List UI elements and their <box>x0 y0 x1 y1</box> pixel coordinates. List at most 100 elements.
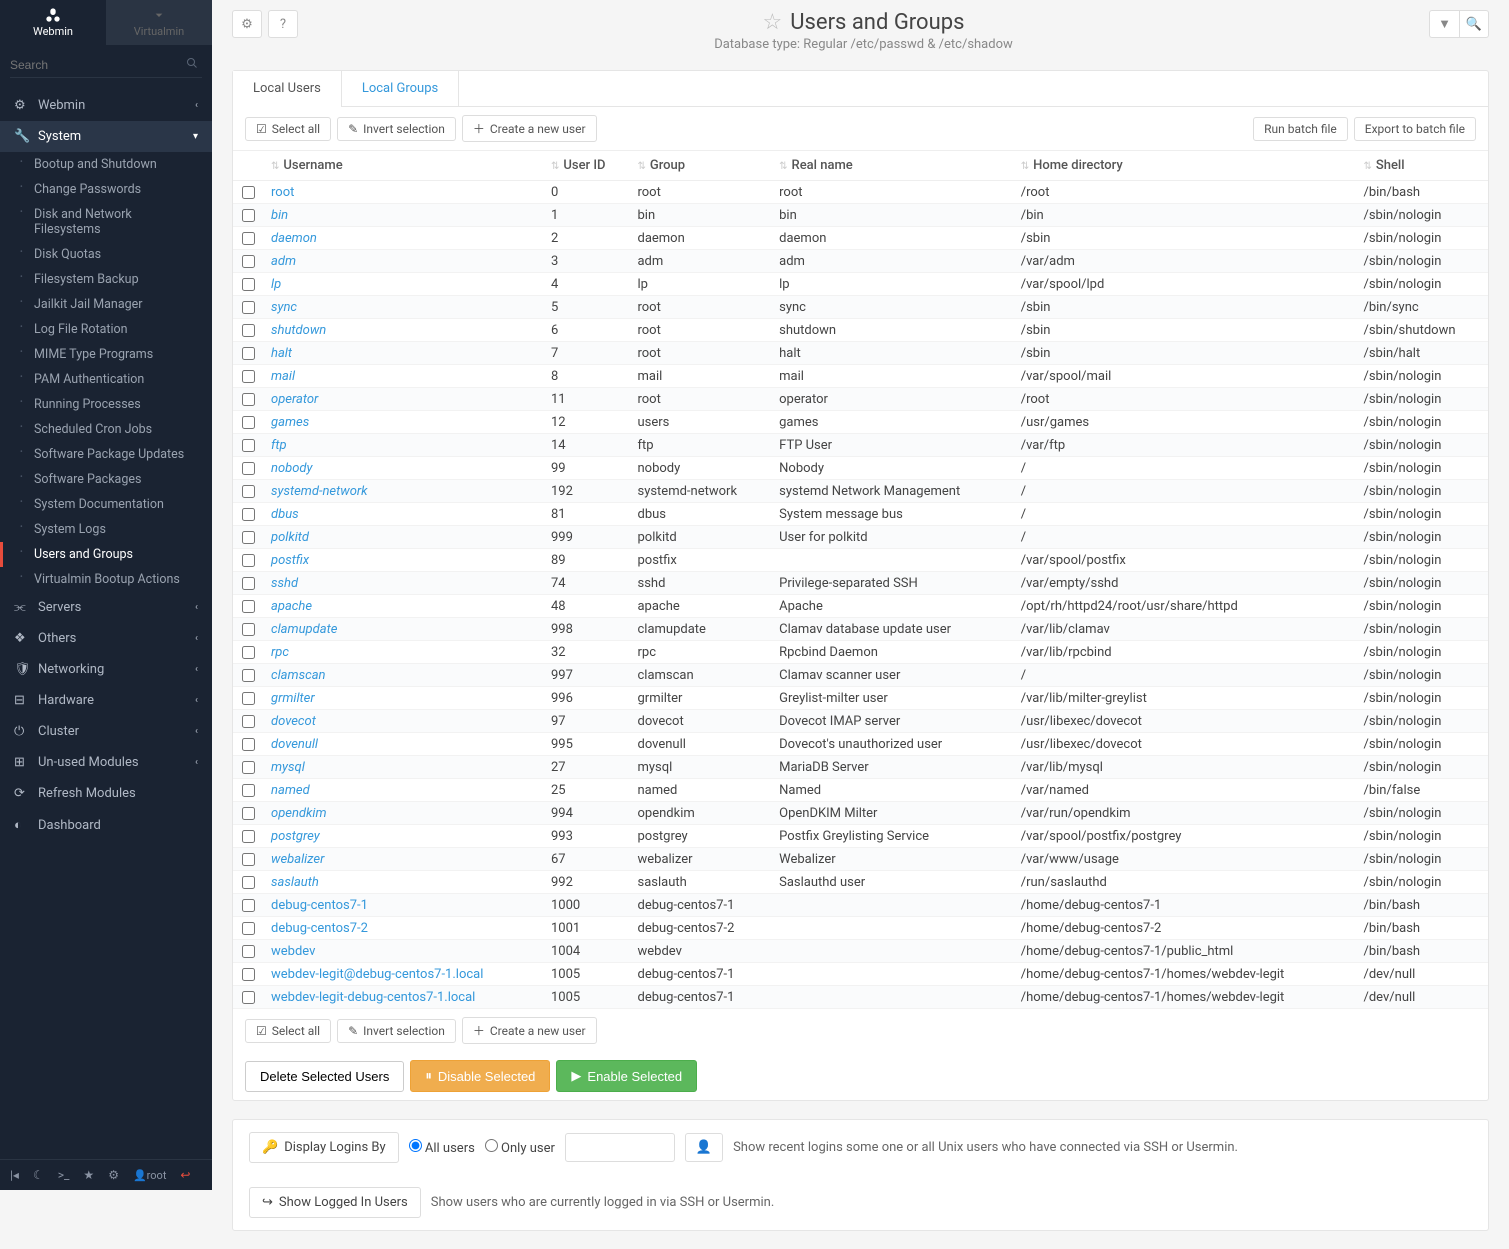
row-checkbox[interactable] <box>242 945 255 958</box>
tab-local-users[interactable]: Local Users <box>233 71 342 106</box>
username-link[interactable]: lp <box>271 277 281 292</box>
row-checkbox[interactable] <box>242 485 255 498</box>
row-checkbox[interactable] <box>242 600 255 613</box>
row-checkbox[interactable] <box>242 991 255 1004</box>
row-checkbox[interactable] <box>242 462 255 475</box>
night-mode-icon[interactable]: ☾ <box>33 1168 44 1182</box>
logout-icon[interactable]: ↩ <box>180 1168 190 1182</box>
select-all-button-bottom[interactable]: ☑Select all <box>245 1019 331 1043</box>
nav-system[interactable]: 🔧 System ▾ <box>0 121 212 152</box>
row-checkbox[interactable] <box>242 416 255 429</box>
nav-hardware[interactable]: ⊟ Hardware ‹ <box>0 685 212 716</box>
brand-tab-webmin[interactable]: Webmin <box>0 0 106 45</box>
row-checkbox[interactable] <box>242 876 255 889</box>
sidebar-item-system-documentation[interactable]: System Documentation <box>0 492 212 517</box>
column-header[interactable]: ⇅Shell <box>1355 151 1488 181</box>
sidebar-item-jailkit-jail-manager[interactable]: Jailkit Jail Manager <box>0 292 212 317</box>
sidebar-item-users-and-groups[interactable]: Users and Groups <box>0 542 212 567</box>
row-checkbox[interactable] <box>242 301 255 314</box>
row-checkbox[interactable] <box>242 531 255 544</box>
username-link[interactable]: adm <box>271 254 296 269</box>
nav-cluster[interactable]: ⏻ Cluster ‹ <box>0 716 212 747</box>
footer-user[interactable]: 👤 root <box>133 1169 166 1182</box>
brand-tab-virtualmin[interactable]: Virtualmin <box>106 0 212 45</box>
terminal-icon[interactable]: >_ <box>58 1168 70 1182</box>
username-link[interactable]: sync <box>271 300 297 315</box>
username-link[interactable]: opendkim <box>271 806 327 821</box>
search-icon[interactable] <box>186 57 198 73</box>
username-link[interactable]: clamupdate <box>271 622 337 637</box>
row-checkbox[interactable] <box>242 968 255 981</box>
nav-servers[interactable]: ⫘ Servers ‹ <box>0 592 212 623</box>
column-header[interactable]: ⇅Username <box>263 151 543 181</box>
username-link[interactable]: halt <box>271 346 292 361</box>
row-checkbox[interactable] <box>242 669 255 682</box>
column-header[interactable]: ⇅Home directory <box>1013 151 1356 181</box>
row-checkbox[interactable] <box>242 278 255 291</box>
create-user-button-bottom[interactable]: ＋Create a new user <box>462 1017 597 1044</box>
username-link[interactable]: webalizer <box>271 852 324 867</box>
settings-icon[interactable]: ⚙ <box>108 1168 119 1182</box>
module-config-button[interactable]: ⚙ <box>232 10 262 38</box>
nav-dashboard[interactable]: ◐ Dashboard <box>0 809 212 841</box>
sidebar-item-system-logs[interactable]: System Logs <box>0 517 212 542</box>
row-checkbox[interactable] <box>242 577 255 590</box>
username-link[interactable]: systemd-network <box>271 484 368 499</box>
disable-selected-button[interactable]: ⏸Disable Selected <box>410 1060 550 1092</box>
username-link[interactable]: daemon <box>271 231 317 246</box>
sidebar-item-running-processes[interactable]: Running Processes <box>0 392 212 417</box>
sidebar-item-mime-type-programs[interactable]: MIME Type Programs <box>0 342 212 367</box>
enable-selected-button[interactable]: ▶Enable Selected <box>556 1060 697 1092</box>
row-checkbox[interactable] <box>242 853 255 866</box>
row-checkbox[interactable] <box>242 393 255 406</box>
row-checkbox[interactable] <box>242 623 255 636</box>
username-link[interactable]: bin <box>271 208 288 223</box>
nav-unused[interactable]: ⊞ Un-used Modules ‹ <box>0 747 212 778</box>
display-logins-button[interactable]: 🔑Display Logins By <box>249 1132 399 1163</box>
row-checkbox[interactable] <box>242 807 255 820</box>
row-checkbox[interactable] <box>242 922 255 935</box>
username-link[interactable]: nobody <box>271 461 313 476</box>
sidebar-item-filesystem-backup[interactable]: Filesystem Backup <box>0 267 212 292</box>
username-link[interactable]: apache <box>271 599 312 614</box>
only-user-input[interactable] <box>565 1133 675 1162</box>
sidebar-item-software-package-updates[interactable]: Software Package Updates <box>0 442 212 467</box>
all-users-radio[interactable]: All users <box>409 1139 475 1156</box>
row-checkbox[interactable] <box>242 439 255 452</box>
username-link[interactable]: postgrey <box>271 829 320 844</box>
create-user-button[interactable]: ＋Create a new user <box>462 115 597 142</box>
row-checkbox[interactable] <box>242 738 255 751</box>
sidebar-item-log-file-rotation[interactable]: Log File Rotation <box>0 317 212 342</box>
username-link[interactable]: postfix <box>271 553 309 568</box>
row-checkbox[interactable] <box>242 324 255 337</box>
nav-networking[interactable]: 🛡 Networking ‹ <box>0 654 212 685</box>
nav-webmin[interactable]: ⚙ Webmin ‹ <box>0 90 212 121</box>
sidebar-item-scheduled-cron-jobs[interactable]: Scheduled Cron Jobs <box>0 417 212 442</box>
username-link[interactable]: grmilter <box>271 691 315 706</box>
search-input[interactable] <box>10 53 202 78</box>
row-checkbox[interactable] <box>242 508 255 521</box>
run-batch-button[interactable]: Run batch file <box>1253 117 1348 141</box>
username-link[interactable]: games <box>271 415 309 430</box>
row-checkbox[interactable] <box>242 899 255 912</box>
select-all-button[interactable]: ☑Select all <box>245 117 331 141</box>
row-checkbox[interactable] <box>242 370 255 383</box>
user-picker-button[interactable]: 👤 <box>685 1133 723 1162</box>
username-link[interactable]: webdev-legit-debug-centos7-1.local <box>271 990 475 1005</box>
show-logged-in-button[interactable]: ↪Show Logged In Users <box>249 1187 421 1218</box>
bookmark-icon[interactable]: ★ <box>83 1168 94 1182</box>
row-checkbox[interactable] <box>242 830 255 843</box>
username-link[interactable]: root <box>271 185 294 200</box>
row-checkbox[interactable] <box>242 255 255 268</box>
row-checkbox[interactable] <box>242 347 255 360</box>
star-icon[interactable]: ☆ <box>763 10 783 35</box>
export-batch-button[interactable]: Export to batch file <box>1354 117 1476 141</box>
username-link[interactable]: debug-centos7-2 <box>271 921 368 936</box>
row-checkbox[interactable] <box>242 209 255 222</box>
username-link[interactable]: mysql <box>271 760 305 775</box>
row-checkbox[interactable] <box>242 554 255 567</box>
row-checkbox[interactable] <box>242 186 255 199</box>
column-header[interactable]: ⇅Group <box>629 151 771 181</box>
delete-selected-button[interactable]: Delete Selected Users <box>245 1061 404 1092</box>
collapse-icon[interactable]: |◂ <box>10 1168 19 1182</box>
